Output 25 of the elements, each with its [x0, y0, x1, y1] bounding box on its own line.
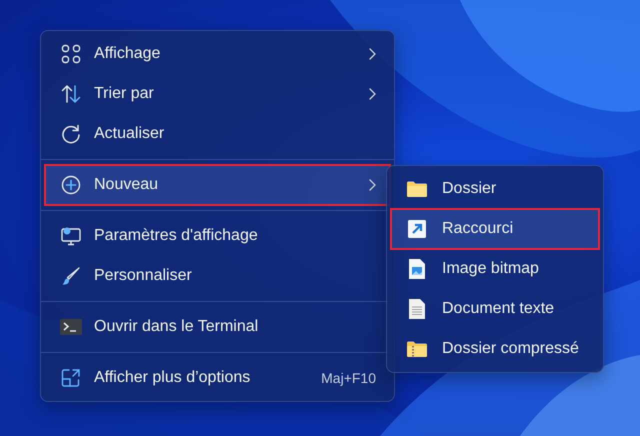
grid-icon	[61, 44, 81, 64]
menu-item[interactable]: Personnaliser	[45, 256, 390, 296]
expand-icon	[61, 368, 81, 388]
menu-item[interactable]: Nouveau	[45, 165, 390, 205]
menu-item[interactable]: Actualiser	[45, 114, 390, 154]
menu-item[interactable]: Document texte	[391, 289, 599, 329]
menu-item[interactable]: Trier par	[45, 74, 390, 114]
brush-icon	[61, 266, 81, 286]
menu-item[interactable]: Dossier	[391, 169, 599, 209]
terminal-icon	[60, 319, 82, 335]
menu-item[interactable]: Dossier compressé	[391, 329, 599, 369]
menu-item[interactable]: Ouvrir dans le Terminal	[45, 307, 390, 347]
folder-icon	[407, 181, 427, 197]
menu-item[interactable]: Raccourci	[391, 209, 599, 249]
menu-item[interactable]: Afficher plus d’options Maj+F10	[45, 358, 390, 398]
text-document-icon	[409, 299, 425, 319]
add-icon	[61, 175, 81, 195]
menu-item[interactable]: Affichage	[45, 34, 390, 74]
refresh-icon	[61, 124, 81, 144]
menu-item[interactable]: Image bitmap	[391, 249, 599, 289]
image-file-icon	[409, 259, 425, 279]
sort-arrows-icon	[61, 84, 81, 104]
zipped-folder-icon	[407, 341, 427, 357]
shortcut-text: Maj+F10	[321, 370, 376, 386]
menu-item[interactable]: Paramètres d'affichage	[45, 216, 390, 256]
